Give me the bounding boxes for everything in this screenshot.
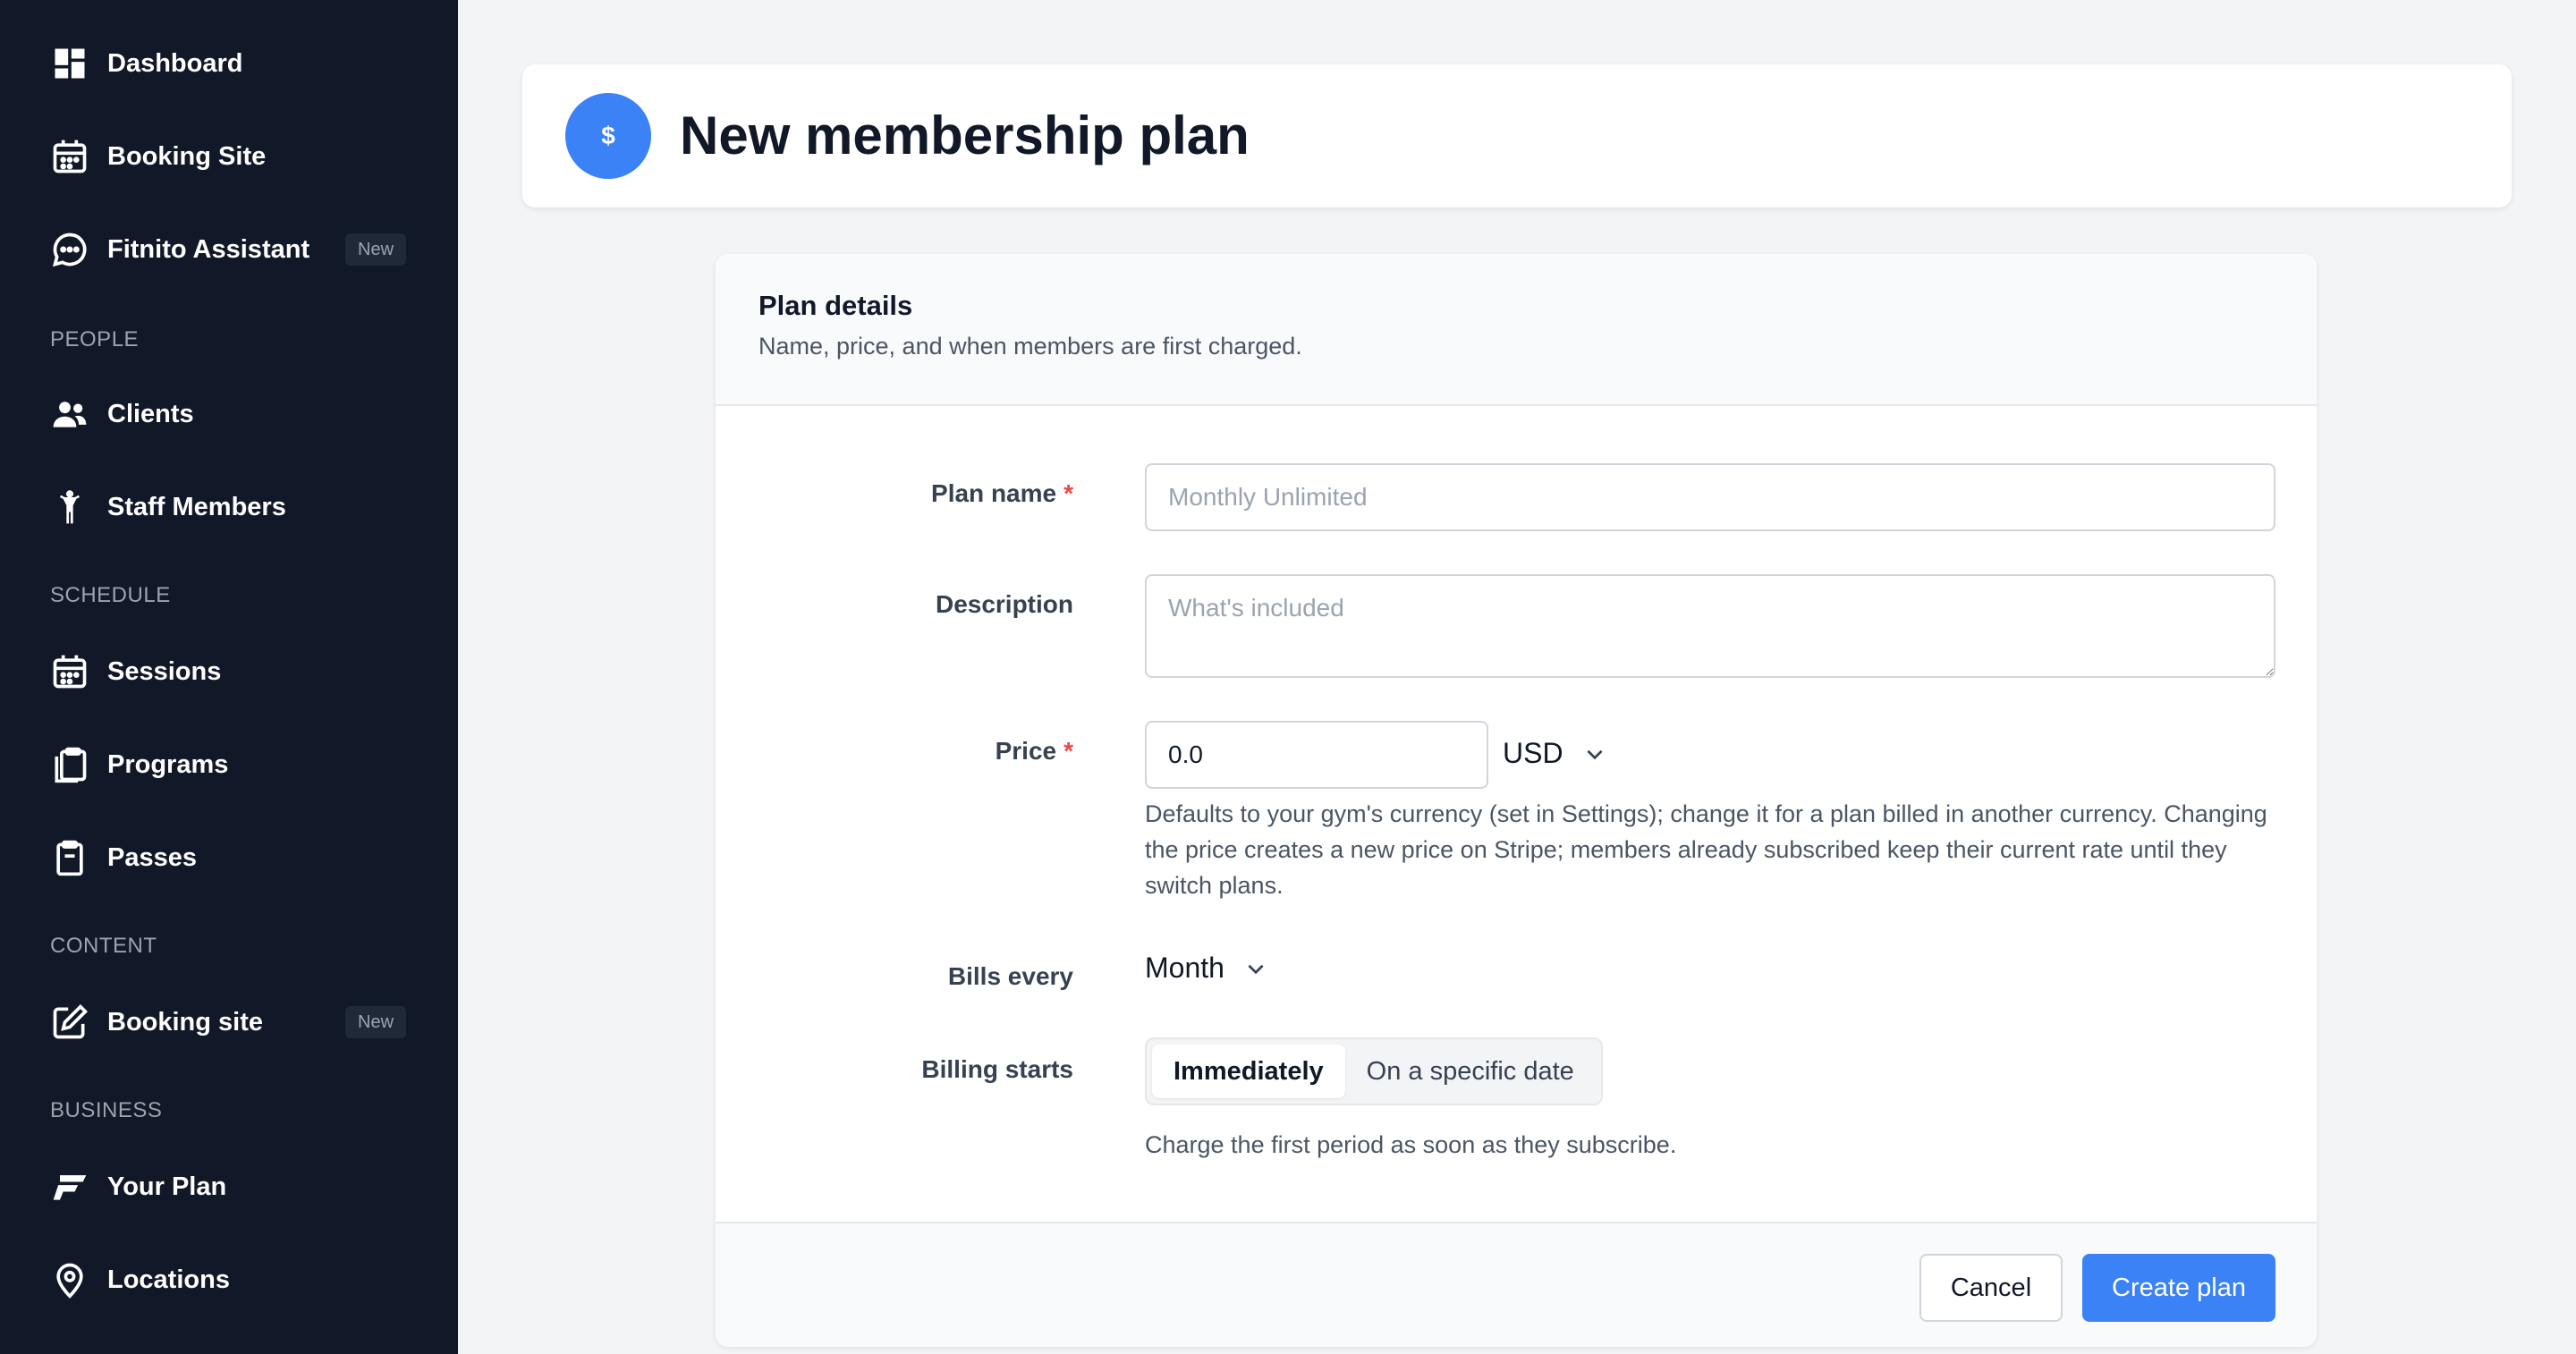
required-mark: * (1063, 737, 1073, 765)
dashboard-icon (50, 44, 89, 83)
price-input[interactable] (1145, 721, 1488, 789)
sidebar-item-passes[interactable]: Passes (50, 826, 197, 889)
sidebar-item-your-plan[interactable]: Your Plan (50, 1155, 226, 1218)
sidebar: Dashboard Booking Site Fitnito Assistant… (0, 0, 458, 1354)
clipboard-icon (50, 838, 89, 877)
sidebar-item-label: Staff Members (107, 492, 286, 521)
sidebar-item-label: Clients (107, 399, 194, 428)
sidebar-item-label: Passes (107, 842, 197, 872)
sidebar-item-programs[interactable]: Programs (50, 733, 228, 796)
form-title: Plan details (758, 290, 913, 321)
form-subtitle: Name, price, and when members are first … (758, 333, 1302, 360)
new-badge: New (345, 1006, 407, 1038)
sidebar-item-label: Fitnito Assistant (107, 234, 310, 264)
bills-every-label: Bills every (947, 962, 1073, 990)
sidebar-item-locations[interactable]: Locations (50, 1248, 230, 1311)
sidebar-item-fitnito-assistant[interactable]: Fitnito Assistant (50, 218, 309, 281)
chevron-down-icon (1248, 964, 1264, 974)
price-label: Price * (995, 737, 1073, 765)
sidebar-item-label: Booking Site (107, 141, 267, 171)
chevron-down-icon (1587, 749, 1603, 759)
cancel-button[interactable]: Cancel (1919, 1254, 2063, 1322)
sidebar-item-label: Your Plan (107, 1172, 227, 1201)
sidebar-item-booking-site[interactable]: Booking Site (50, 125, 266, 188)
sidebar-item-label: Locations (107, 1265, 230, 1294)
section-label-business: BUSINESS (50, 1098, 163, 1122)
sidebar-item-label: Booking site (107, 1007, 264, 1037)
person-icon (50, 487, 89, 527)
sidebar-item-dashboard[interactable]: Dashboard (50, 32, 242, 95)
section-label-people: PEOPLE (50, 327, 140, 351)
required-mark: * (1063, 479, 1073, 507)
billing-start-immediately[interactable]: Immediately (1152, 1045, 1345, 1098)
billing-starts-help-text: Charge the first period as soon as they … (1145, 1131, 1677, 1158)
sidebar-item-label: Programs (107, 749, 229, 779)
price-help-text: Defaults to your gym's currency (set in … (1145, 800, 2267, 899)
sidebar-item-label: Sessions (107, 656, 222, 686)
fitnito-logo-icon (50, 1167, 89, 1206)
edit-icon (50, 1003, 89, 1042)
clipboard-stack-icon (50, 745, 89, 784)
sidebar-item-clients[interactable]: Clients (50, 383, 194, 445)
section-label-content: CONTENT (50, 934, 157, 958)
chat-icon (50, 230, 89, 269)
calendar-icon (50, 137, 89, 176)
form-header: Plan details Name, price, and when membe… (716, 254, 2317, 406)
users-icon (50, 394, 89, 434)
form-footer: Cancel Create plan (716, 1222, 2317, 1347)
plan-name-input[interactable] (1145, 463, 2275, 531)
description-textarea[interactable] (1145, 574, 2275, 678)
dollar-icon: $ (565, 93, 651, 179)
create-plan-button[interactable]: Create plan (2082, 1254, 2275, 1322)
sidebar-item-staff-members[interactable]: Staff Members (50, 476, 286, 538)
billing-interval-value: Month (1145, 952, 1224, 984)
new-badge: New (345, 233, 407, 266)
page-header: $ New membership plan (522, 64, 2512, 207)
currency-select[interactable]: USD (1503, 737, 1606, 770)
plan-name-label: Plan name * (931, 479, 1073, 507)
description-label: Description (935, 590, 1073, 618)
map-pin-icon (50, 1260, 89, 1299)
sidebar-item-booking-site-editor[interactable]: Booking site (50, 991, 263, 1054)
billing-start-specific-date[interactable]: On a specific date (1345, 1045, 1596, 1098)
sidebar-item-sessions[interactable]: Sessions (50, 640, 221, 703)
sidebar-item-label: Dashboard (107, 48, 243, 78)
page-title: New membership plan (680, 106, 1250, 165)
calendar-icon (50, 652, 89, 691)
section-label-schedule: SCHEDULE (50, 583, 171, 607)
billing-start-toggle: Immediately On a specific date (1145, 1037, 1603, 1105)
currency-value: USD (1503, 737, 1563, 769)
billing-starts-label: Billing starts (921, 1055, 1073, 1083)
billing-interval-select[interactable]: Month (1145, 952, 1267, 985)
plan-details-form: Plan details Name, price, and when membe… (716, 254, 2317, 1347)
